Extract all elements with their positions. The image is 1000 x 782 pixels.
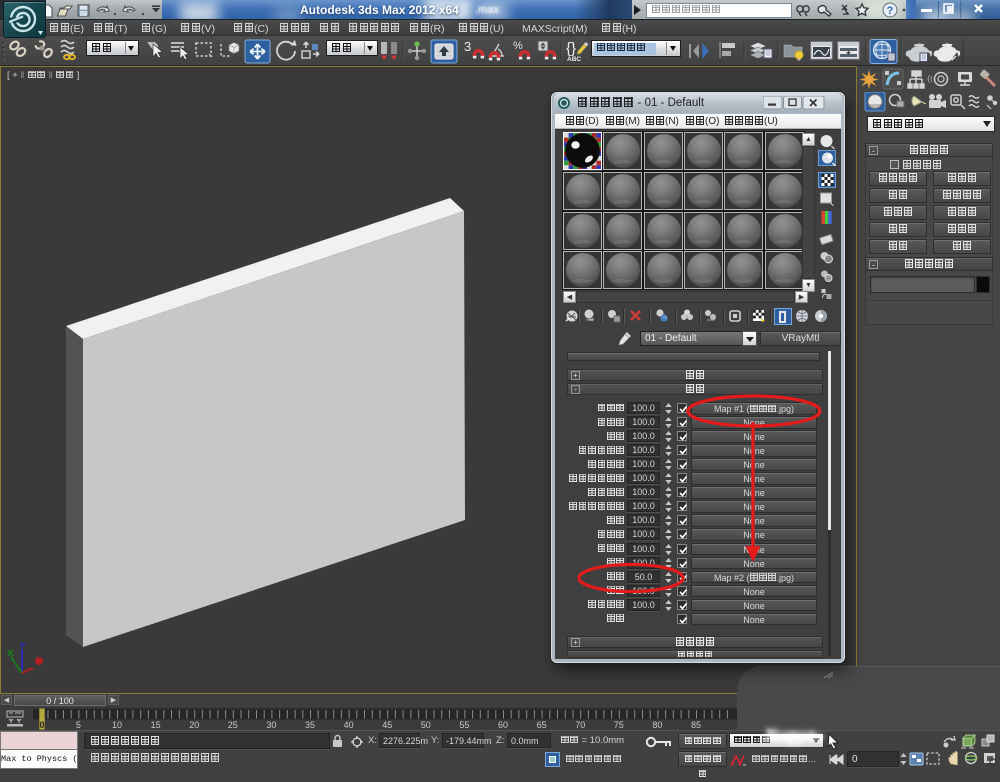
svg-text:?: ? bbox=[887, 5, 894, 17]
svg-text:30: 30 bbox=[266, 720, 276, 730]
svg-text:50: 50 bbox=[421, 720, 431, 730]
svg-text:25: 25 bbox=[228, 720, 238, 730]
svg-text:5: 5 bbox=[76, 720, 81, 730]
svg-text:{}: {} bbox=[566, 40, 576, 57]
svg-text:15: 15 bbox=[151, 720, 161, 730]
svg-text:70: 70 bbox=[575, 720, 585, 730]
svg-text:80: 80 bbox=[652, 720, 662, 730]
svg-text:40: 40 bbox=[344, 720, 354, 730]
svg-text:60: 60 bbox=[498, 720, 508, 730]
svg-text:10: 10 bbox=[112, 720, 122, 730]
svg-text:55: 55 bbox=[459, 720, 469, 730]
svg-text:35: 35 bbox=[305, 720, 315, 730]
svg-text:0: 0 bbox=[39, 720, 44, 730]
svg-text:ABC: ABC bbox=[567, 56, 581, 63]
svg-text:45: 45 bbox=[382, 720, 392, 730]
svg-text:75: 75 bbox=[614, 720, 624, 730]
svg-text:85: 85 bbox=[691, 720, 701, 730]
svg-text:65: 65 bbox=[537, 720, 547, 730]
svg-text:20: 20 bbox=[189, 720, 199, 730]
